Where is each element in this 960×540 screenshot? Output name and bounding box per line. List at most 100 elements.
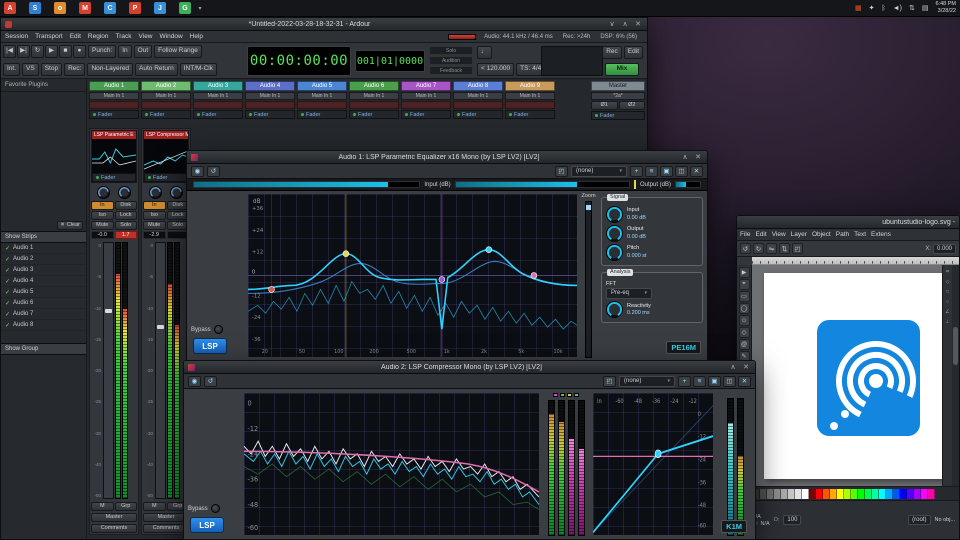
tool-icon[interactable]: ▭	[738, 291, 750, 302]
palette-swatch[interactable]	[900, 488, 907, 499]
transport-button[interactable]: ●	[73, 45, 86, 58]
auto-return-button[interactable]: Auto Return	[135, 63, 178, 76]
strip-fader-processor[interactable]: Fader	[297, 110, 347, 119]
output-button[interactable]: Master	[91, 513, 137, 522]
palette-swatch[interactable]	[921, 488, 928, 499]
indicator-button[interactable]: Feedback	[429, 66, 473, 75]
launcher-icon[interactable]: J	[154, 2, 166, 14]
channel-swatch[interactable]	[567, 393, 572, 397]
master-fader-processor[interactable]: Fader	[591, 111, 645, 120]
tool-icon[interactable]: ◇	[738, 327, 750, 338]
eq-frequency-graph[interactable]: dB +36 +24 +12 0 -12 -24 -36 20 50 100 2…	[247, 193, 578, 358]
strip-list-item[interactable]: ✓ Audio 8	[1, 320, 86, 331]
strip-name-button[interactable]: Audio 6	[349, 81, 399, 91]
x-coordinate-field[interactable]: 0.000	[932, 243, 956, 254]
trim-knob[interactable]	[149, 185, 162, 199]
indicator-button[interactable]: Audition	[429, 56, 473, 65]
strip-name-button[interactable]: Audio 2	[141, 81, 191, 91]
menu-item[interactable]: Path	[836, 231, 849, 238]
strip-name-button[interactable]: Audio 8	[453, 81, 503, 91]
gain-display[interactable]: -2.9	[143, 231, 166, 239]
strip-record-row[interactable]	[141, 101, 191, 109]
comments-button[interactable]: Comments	[91, 524, 137, 533]
strip-input-button[interactable]: Main In 1	[453, 92, 503, 100]
toolbar-icon[interactable]: ⇋	[766, 243, 777, 254]
menu-item[interactable]: Extens	[871, 231, 891, 238]
canvas[interactable]	[752, 265, 942, 486]
palette-swatch[interactable]	[879, 488, 886, 499]
palette-swatch[interactable]	[788, 488, 795, 499]
palette-swatch[interactable]	[851, 488, 858, 499]
menu-item[interactable]: Window	[160, 33, 183, 40]
tool-icon[interactable]: ▶	[738, 267, 750, 278]
mixer-strip[interactable]: Audio 5 Main In 1 Fader	[297, 81, 347, 119]
strip-input-button[interactable]: Main In 1	[349, 92, 399, 100]
bypass-button[interactable]	[213, 325, 223, 334]
mixer-strip[interactable]: Audio 9 Main In 1 Fader	[505, 81, 555, 119]
check-icon[interactable]: ✓	[5, 322, 10, 329]
plugin-header[interactable]: LSP Parametric E	[92, 131, 136, 139]
launcher-icon[interactable]: G	[179, 2, 191, 14]
reset-button[interactable]: ↺	[204, 375, 217, 387]
menu-item[interactable]: View	[772, 231, 786, 238]
launcher-icon[interactable]: o	[54, 2, 66, 14]
palette-swatch[interactable]	[844, 488, 851, 499]
tray-icon[interactable]: ✦	[869, 4, 875, 12]
fft-mode-combo[interactable]: Pre-eq ▾	[606, 288, 652, 300]
check-icon[interactable]: ✓	[5, 289, 10, 296]
compression-curve-graph[interactable]: in -60 -48 -36 -24 -12 0 -12 -24 -36 -48…	[592, 392, 714, 536]
peak-display[interactable]: 1.7	[114, 231, 137, 239]
knob[interactable]	[606, 225, 623, 242]
plugin-header[interactable]: LSP Compressor M	[144, 131, 188, 139]
mixer-strip[interactable]: Audio 4 Main In 1 Fader	[245, 81, 295, 119]
layer-selector[interactable]: (root)	[908, 515, 931, 525]
transport-button[interactable]: ■	[59, 45, 72, 58]
knob-row[interactable]: Output 0.00 dB	[606, 225, 698, 242]
strip-list-item[interactable]: ✓ Audio 4	[1, 276, 86, 287]
knob-row[interactable]: Pitch 0.000 st	[606, 244, 698, 261]
zoom-fader[interactable]	[585, 201, 592, 358]
toolbar-icon[interactable]: ⇅	[779, 243, 790, 254]
snap-icon[interactable]: ◇	[944, 278, 952, 286]
strip-list-item[interactable]: ✓ Audio 7	[1, 309, 86, 320]
launcher-icon[interactable]: C	[104, 2, 116, 14]
tray-icon[interactable]: ᛒ	[882, 5, 886, 12]
fader-processor[interactable]: Fader	[144, 173, 188, 182]
tray-icon[interactable]: ▦	[855, 4, 862, 12]
strip-fader-processor[interactable]: Fader	[349, 110, 399, 119]
canvas-page[interactable]	[764, 273, 942, 479]
master-strip[interactable]: Master *2a* Ø1 Ø2 Fader	[591, 81, 645, 120]
mixer-strip[interactable]: Audio 8 Main In 1 Fader	[453, 81, 503, 119]
master-phase-left[interactable]: Ø1	[591, 101, 618, 110]
solo-iso-button[interactable]: Iso	[91, 211, 114, 220]
strip-name-button[interactable]: Audio 1	[89, 81, 139, 91]
reactivity-row[interactable]: Reactivity 0.200 ms	[606, 301, 698, 319]
knob[interactable]	[606, 206, 623, 223]
transport-button[interactable]: ▶	[45, 45, 58, 58]
snap-icon[interactable]: ∠	[944, 308, 952, 316]
power-button[interactable]: ◉	[188, 375, 201, 387]
power-button[interactable]: ◉	[191, 165, 204, 177]
close-icon[interactable]: ✕	[693, 153, 703, 161]
toolbar-icon[interactable]: ≡	[645, 165, 658, 177]
toolbar-icon[interactable]: ✕	[690, 165, 703, 177]
tray-icon[interactable]: ▤	[922, 4, 929, 12]
check-icon[interactable]: ✓	[5, 278, 10, 285]
panel-clock[interactable]: 6:48 PM 3/28/22	[936, 1, 956, 14]
strip-record-row[interactable]	[453, 101, 503, 109]
strip-list-item[interactable]: ✓ Audio 6	[1, 298, 86, 309]
ubuntustudio-logo[interactable]	[816, 319, 921, 437]
reset-button[interactable]: ↺	[207, 165, 220, 177]
palette-swatch[interactable]	[893, 488, 900, 499]
vertical-scrollbar[interactable]	[952, 265, 959, 486]
follow-range-button[interactable]: Follow Range	[154, 45, 202, 58]
snap-icon[interactable]: ○	[944, 298, 952, 306]
strip-fader-processor[interactable]: Fader	[193, 110, 243, 119]
strip-record-row[interactable]	[245, 101, 295, 109]
group-button[interactable]: Grp	[114, 502, 137, 511]
reactivity-knob[interactable]	[606, 301, 623, 319]
strip-fader-processor[interactable]: Fader	[453, 110, 503, 119]
compressor-titlebar[interactable]: Audio 2: LSP Compressor Mono (by LSP LV2…	[184, 361, 755, 374]
error-log-indicator[interactable]	[448, 33, 477, 40]
palette-swatch[interactable]	[928, 488, 935, 499]
